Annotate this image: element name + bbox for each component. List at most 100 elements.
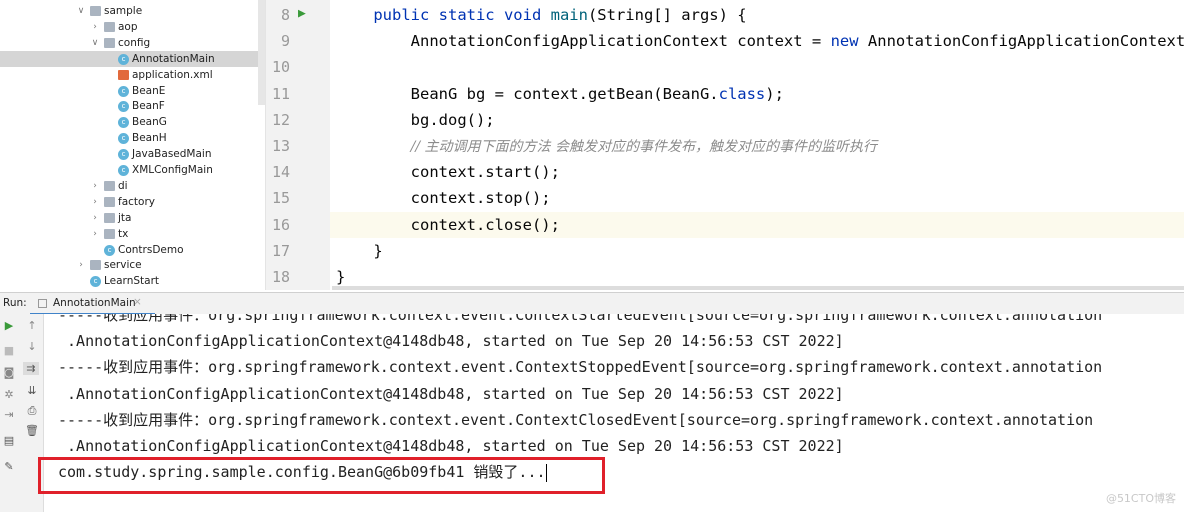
tree-item-label: XMLConfigMain [132,164,213,176]
folder-icon [104,21,115,32]
console-line: .AnnotationConfigApplicationContext@4148… [58,381,844,407]
layout-icon[interactable]: ▤ [1,434,17,447]
up-arrow-icon[interactable]: ↑ [24,319,40,332]
run-toolbar: Run: AnnotationMain × [0,292,1184,315]
tree-item[interactable]: c LearnStart [0,273,265,289]
runnable-class-icon: c [118,53,129,65]
xml-file-icon [118,69,129,80]
highlight-box [38,457,605,494]
code-line: AnnotationConfigApplicationContext conte… [336,28,1184,54]
camera-icon[interactable]: ◙ [1,366,17,379]
code-token: new [830,32,868,51]
folder-icon [90,260,101,271]
console-text: -----收到应用事件：org.springframework.context.… [58,410,1094,429]
console-line: .AnnotationConfigApplicationContext@4148… [58,328,844,354]
rerun-icon[interactable]: ▶ [1,319,17,332]
run-label: Run: [3,297,27,309]
line-number: 15 [271,189,290,208]
tree-item[interactable]: application.xml [0,67,265,83]
print-icon[interactable]: ⎙ [24,404,40,418]
exit-icon[interactable]: ⇥ [1,408,17,421]
tree-item[interactable]: c BeanH [0,130,265,146]
tree-item[interactable]: c JavaBasedMain [0,146,265,162]
chevron-down-icon[interactable]: ∨ [76,3,86,19]
run-tab-annotationmain[interactable]: AnnotationMain × [30,293,155,315]
tree-item[interactable]: c BeanE [0,83,265,99]
chevron-right-icon[interactable]: › [90,210,100,226]
console-text: -----收到应用事件：org.springframework.context.… [58,358,1103,377]
horizontal-scrollbar[interactable] [332,286,1184,290]
tree-item[interactable]: › aop [0,19,265,35]
stop-icon[interactable]: ■ [1,344,17,357]
project-tree: ∨ sample › aop ∨ config c AnnotationMain applica… [0,0,266,290]
tree-item[interactable]: › jta [0,210,265,226]
tree-item-label: JavaBasedMain [132,148,212,161]
pin-icon[interactable]: ✎ [1,460,17,473]
tree-item-label: sample [104,5,143,17]
code-line: context.stop(); [336,185,551,211]
code-token: ); [765,84,784,103]
code-token: } [336,241,383,260]
tree-item[interactable]: c BeanG [0,114,265,130]
tree-item-label: BeanH [132,132,167,145]
trash-icon[interactable]: 🗑 [24,424,40,437]
tree-item[interactable]: c BeanF [0,98,265,114]
soft-wrap-icon[interactable]: ⇉ [23,362,39,375]
chevron-right-icon[interactable]: › [90,226,100,242]
run-gutter-icon[interactable]: ▶ [298,6,306,21]
code-token: context.start(); [336,163,560,182]
tree-item-label: factory [118,195,155,208]
code-line: context.close(); [336,212,560,238]
code-editor[interactable]: 8 9 10 11 12 13 14 15 16 17 18 ▶ public static void… [266,0,1184,290]
console-text: .AnnotationConfigApplicationContext@4148… [58,384,844,403]
tree-item-label: LearnStart [104,275,159,288]
tree-item-label: application.xml [132,68,213,81]
down-arrow-icon[interactable]: ↓ [24,340,40,353]
tree-item[interactable]: c ContrsDemo [0,242,265,258]
chevron-right-icon[interactable]: › [76,257,86,273]
code-line: } [336,238,383,264]
code-token: public static void [373,6,551,24]
console-text: .AnnotationConfigApplicationContext@4148… [58,332,844,351]
folder-icon [104,228,115,239]
folder-icon [90,6,101,16]
code-token: AnnotationConfigApplicationContext conte… [336,32,831,51]
settings-icon[interactable]: ✲ [1,388,17,401]
chevron-right-icon[interactable]: › [90,19,100,35]
line-number: 18 [271,268,290,286]
class-icon: c [118,101,129,113]
tree-item-label: service [104,259,142,272]
tree-item-label: di [118,179,128,192]
close-icon[interactable]: × [133,296,142,308]
tree-item-label: config [118,36,151,49]
code-token: AnnotationConfigApplicationContext [867,32,1184,51]
runnable-class-icon: c [90,276,101,288]
tree-item[interactable]: ∨ sample [0,3,265,19]
tree-item[interactable]: › di [0,178,265,194]
console-text: -----收到应用事件：org.springframework.context.… [58,314,1103,324]
tree-item[interactable]: ∨ config [0,35,265,51]
tree-item-label: BeanF [132,100,165,113]
tree-item[interactable]: › service [0,257,265,273]
folder-icon [104,37,115,48]
code-line: BeanG bg = context.getBean(BeanG.class); [336,81,784,107]
tree-item[interactable]: c AnnotationMain [0,50,265,67]
tree-item[interactable]: c XMLConfigMain [0,162,265,178]
code-token: (String[] args) { [587,6,747,24]
chevron-down-icon[interactable]: ∨ [90,35,100,51]
tree-item-label: ContrsDemo [118,243,184,256]
line-number: 16 [271,215,290,234]
tree-scrollbar[interactable] [258,0,265,105]
tree-item-label: BeanG [132,116,167,129]
code-token: main [550,6,588,24]
tree-item-label: tx [118,227,129,240]
tree-item-label: aop [118,20,138,33]
chevron-right-icon[interactable]: › [90,178,100,194]
line-number: 17 [271,241,290,260]
scroll-to-end-icon[interactable]: ⇊ [24,384,40,397]
tree-item[interactable]: › tx [0,226,265,242]
tree-item[interactable]: › factory [0,194,265,210]
code-line: context.start(); [336,159,560,185]
chevron-right-icon[interactable]: › [90,194,100,210]
